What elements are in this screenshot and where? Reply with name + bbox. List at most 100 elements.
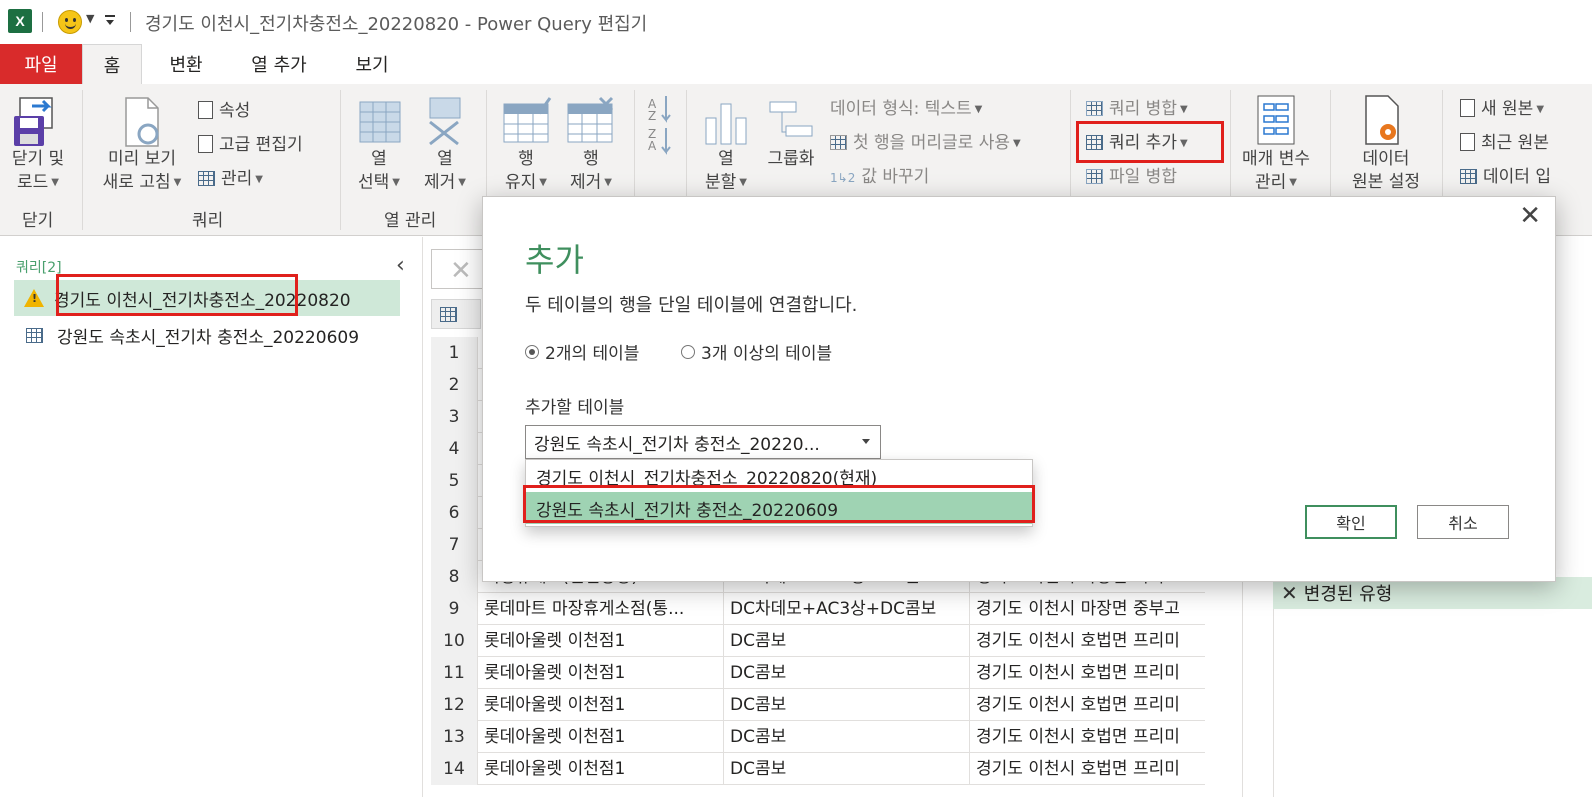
smiley-dropdown-icon[interactable]: ▼ <box>86 12 94 25</box>
radio-label: 3개 이상의 테이블 <box>701 344 833 364</box>
query-item-label: 강원도 속초시_전기차 충전소_20220609 <box>57 327 360 348</box>
data-type-dropdown[interactable]: 데이터 형식: 텍스트 ▼ <box>830 94 982 119</box>
tab-transform[interactable]: 변환 <box>158 44 214 84</box>
query-item-highlight <box>56 274 298 316</box>
table-cell[interactable]: 경기도 이천시 마장면 중부고 <box>969 593 1205 625</box>
radio-button[interactable] <box>681 344 695 359</box>
table-cell[interactable]: 경기도 이천시 호법면 프리미 <box>969 657 1205 689</box>
feedback-smiley-icon[interactable] <box>58 10 82 34</box>
table-row[interactable]: 13 롯데아울렛 이천점1 DC콤보 경기도 이천시 호법면 프리미 <box>431 721 1205 753</box>
table-cell[interactable]: 롯데마트 마장휴게소점(통... <box>477 593 723 625</box>
replace-values-icon: 1↳2 <box>830 171 856 185</box>
radio-button-selected[interactable] <box>525 344 539 359</box>
tab-home[interactable]: 홈 <box>82 44 142 84</box>
table-cell[interactable]: DC차데모+AC3상+DC콤보 <box>723 593 969 625</box>
group-by-button[interactable]: 그룹화 <box>760 148 822 171</box>
table-cell[interactable]: DC콤보 <box>723 689 969 721</box>
remove-rows-button[interactable]: 행 제거 ▼ <box>562 148 620 195</box>
table-cell[interactable]: 경기도 이천시 호법면 프리미 <box>969 721 1205 753</box>
recent-sources-button[interactable]: 최근 원본 <box>1460 128 1549 153</box>
table-cell[interactable]: DC콤보 <box>723 657 969 689</box>
table-cell[interactable]: 경기도 이천시 호법면 프리미 <box>969 625 1205 657</box>
split-column-button[interactable]: 열 분할 ▼ <box>698 148 754 195</box>
row-number: 11 <box>431 657 477 689</box>
table-row[interactable]: 14 롯데아울렛 이천점1 DC콤보 경기도 이천시 호법면 프리미 <box>431 753 1205 785</box>
row-number: 13 <box>431 721 477 753</box>
close-load-button[interactable]: 닫기 및 로드 ▼ <box>6 148 70 195</box>
combine-files-button[interactable]: 파일 병합 <box>1086 162 1177 187</box>
window-title: 경기도 이천시_전기차충전소_20220820 - Power Query 편집… <box>145 14 648 35</box>
close-icon[interactable]: ✕ <box>1519 201 1541 231</box>
tab-add-column[interactable]: 열 추가 <box>238 44 320 84</box>
append-queries-highlight <box>1076 121 1224 163</box>
choose-columns-button[interactable]: 열 선택 ▼ <box>352 148 406 195</box>
row-number: 14 <box>431 753 477 785</box>
close-load-icon <box>14 97 53 146</box>
manage-button[interactable]: 관리 ▼ <box>198 164 263 189</box>
new-source-button[interactable]: 새 원본 ▼ <box>1460 94 1544 119</box>
radio-three-or-more-tables[interactable]: 3개 이상의 테이블 <box>681 339 832 364</box>
table-cell[interactable]: 롯데아울렛 이천점1 <box>477 721 723 753</box>
table-row[interactable]: 12 롯데아울렛 이천점1 DC콤보 경기도 이천시 호법면 프리미 <box>431 689 1205 721</box>
sort-icons: A Z Z A <box>648 96 671 155</box>
enter-data-icon <box>1460 169 1477 184</box>
row-number: 12 <box>431 689 477 721</box>
queries-pane: 쿼리[2] ‹ 경기도 이천시_전기차충전소_20220820 강원도 속초시_… <box>0 237 422 797</box>
advanced-editor-icon <box>198 135 213 153</box>
group-by-icon <box>769 101 813 137</box>
collapse-pane-icon[interactable]: ‹ <box>396 253 405 278</box>
keep-rows-button[interactable]: 행 유지 ▼ <box>498 148 554 195</box>
table-cell[interactable]: 경기도 이천시 호법면 프리미 <box>969 689 1205 721</box>
cancel-button[interactable]: 취소 <box>1417 505 1509 539</box>
use-first-row-button[interactable]: 첫 행을 머리글로 사용 ▼ <box>830 128 1021 153</box>
table-row[interactable]: 11 롯데아울렛 이천점1 DC콤보 경기도 이천시 호법면 프리미 <box>431 657 1205 689</box>
table-cell[interactable]: 롯데아울렛 이천점1 <box>477 625 723 657</box>
svg-text:Z: Z <box>648 109 656 123</box>
radio-two-tables[interactable]: 2개의 테이블 <box>525 339 639 364</box>
query-item-gangwon[interactable]: 강원도 속초시_전기차 충전소_20220609 <box>14 317 400 353</box>
table-cell[interactable]: 경기도 이천시 호법면 프리미 <box>969 753 1205 785</box>
first-row-table-icon <box>830 135 847 150</box>
dialog-description: 두 테이블의 행을 단일 테이블에 연결합니다. <box>525 295 858 316</box>
data-source-settings-button[interactable]: 데이터 원본 설정 <box>1340 148 1432 194</box>
radio-label: 2개의 테이블 <box>545 344 640 364</box>
table-cell[interactable]: 롯데아울렛 이천점1 <box>477 689 723 721</box>
table-menu-button[interactable] <box>431 299 481 329</box>
new-source-icon <box>1460 99 1475 117</box>
table-cell[interactable]: 롯데아울렛 이천점1 <box>477 657 723 689</box>
manage-parameters-button[interactable]: 매개 변수 관리 ▼ <box>1232 148 1320 195</box>
group-label-manage-columns: 열 관리 <box>384 211 437 231</box>
svg-text:A: A <box>648 139 657 153</box>
refresh-preview-button[interactable]: 미리 보기 새로 고침 ▼ <box>94 148 190 195</box>
replace-values-button[interactable]: 1↳2 값 바꾸기 <box>830 162 929 187</box>
table-cell[interactable]: DC콤보 <box>723 721 969 753</box>
recent-sources-icon <box>1460 133 1475 151</box>
properties-icon <box>198 101 213 119</box>
properties-button[interactable]: 속성 <box>198 96 250 121</box>
table-menu-icon <box>440 307 457 322</box>
customize-toolbar-icon[interactable] <box>104 13 116 27</box>
data-source-settings-icon <box>1365 95 1399 145</box>
group-label-query: 쿼리 <box>192 211 224 231</box>
table-cell[interactable]: DC콤보 <box>723 625 969 657</box>
ribbon-tabs: 파일 홈 변환 열 추가 보기 <box>0 44 1592 84</box>
table-icon <box>26 327 43 343</box>
merge-queries-icon <box>1086 101 1103 116</box>
delete-step-icon[interactable]: ✕ <box>1281 581 1298 605</box>
ok-button[interactable]: 확인 <box>1305 505 1397 539</box>
table-cell[interactable]: 롯데아울렛 이천점1 <box>477 753 723 785</box>
title-separator <box>42 12 43 32</box>
enter-data-button[interactable]: 데이터 입 <box>1460 162 1551 187</box>
table-cell[interactable]: DC콤보 <box>723 753 969 785</box>
row-number: 1 <box>431 337 477 369</box>
row-number: 7 <box>431 529 477 561</box>
table-row[interactable]: 10 롯데아울렛 이천점1 DC콤보 경기도 이천시 호법면 프리미 <box>431 625 1205 657</box>
group-label-close: 닫기 <box>22 211 54 231</box>
tab-file[interactable]: 파일 <box>0 44 82 84</box>
tab-view[interactable]: 보기 <box>344 44 400 84</box>
remove-columns-button[interactable]: 열 제거 ▼ <box>416 148 474 195</box>
advanced-editor-button[interactable]: 고급 편집기 <box>198 130 303 155</box>
merge-queries-button[interactable]: 쿼리 병합 ▼ <box>1086 94 1188 119</box>
table-row[interactable]: 9 롯데마트 마장휴게소점(통... DC차데모+AC3상+DC콤보 경기도 이천시 … <box>431 593 1205 625</box>
table-to-append-select[interactable]: 강원도 속초시_전기차 충전소_20220... <box>525 425 881 459</box>
